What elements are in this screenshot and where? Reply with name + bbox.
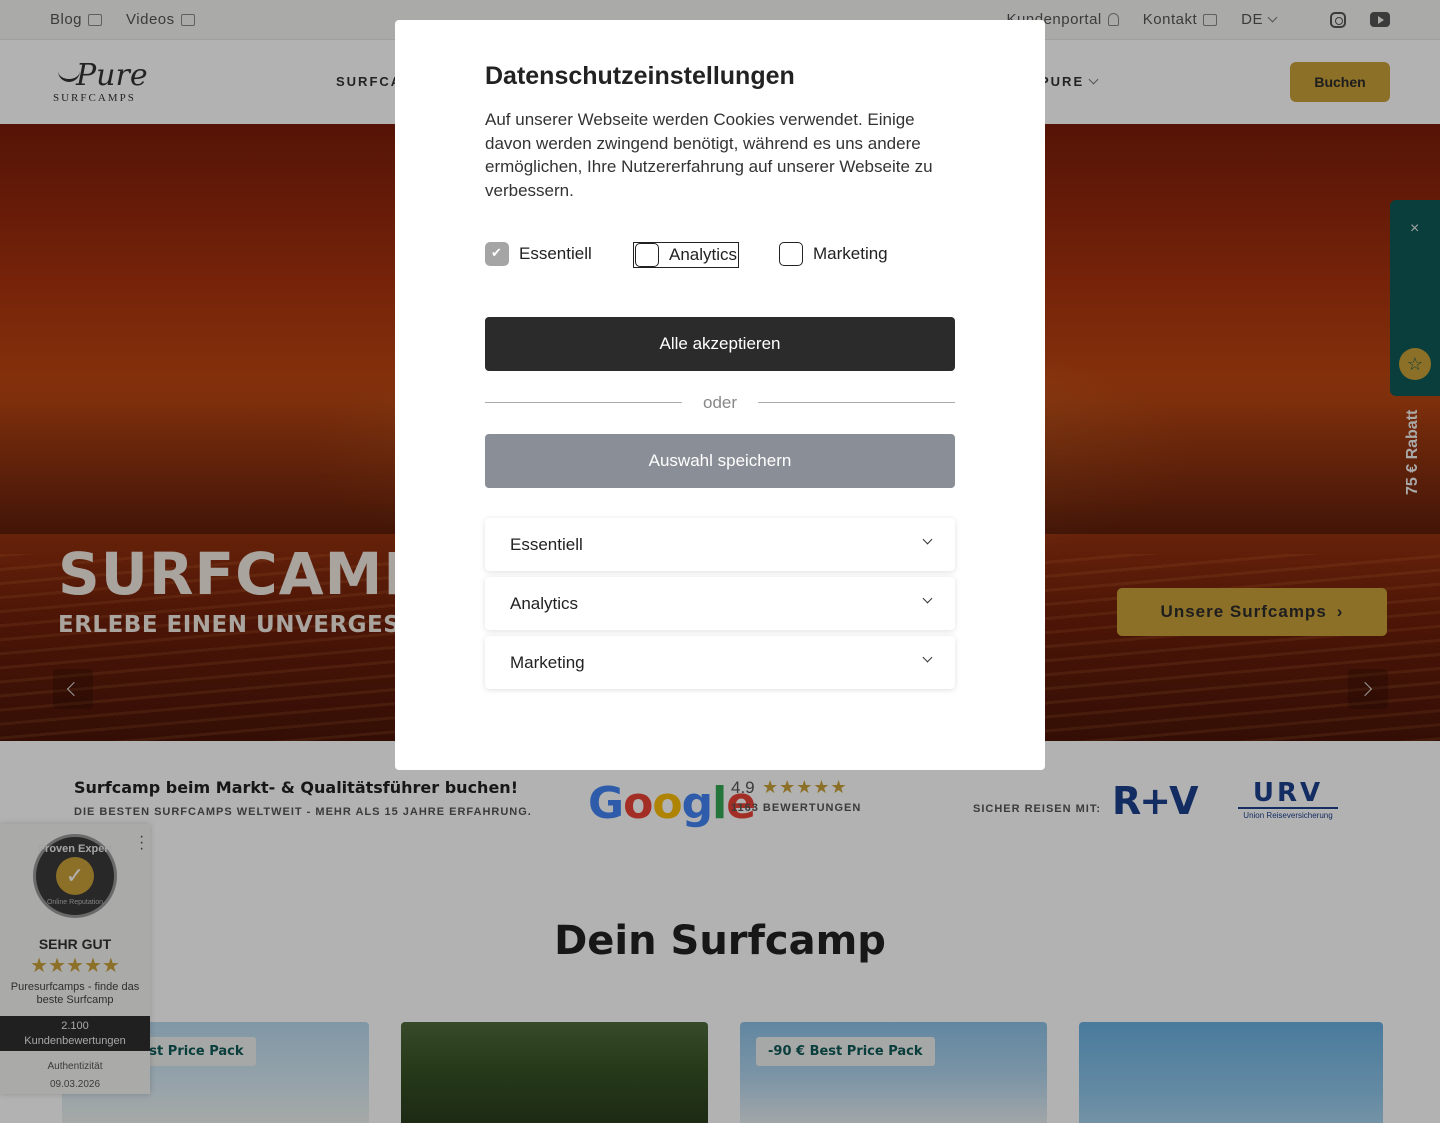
dialog-description: Auf unserer Webseite werden Cookies verw…: [485, 110, 933, 201]
accept-all-button[interactable]: Alle akzeptieren: [485, 317, 955, 371]
accordion-marketing-label: Marketing: [510, 653, 585, 672]
checkbox-essentiell-box[interactable]: [485, 242, 509, 266]
checkbox-analytics-box[interactable]: [635, 243, 659, 267]
divider: [485, 402, 682, 403]
accordion-essentiell[interactable]: Essentiell: [485, 518, 955, 571]
accordion-essentiell-label: Essentiell: [510, 535, 583, 554]
divider: [758, 402, 955, 403]
accordion-marketing[interactable]: Marketing: [485, 636, 955, 689]
chevron-down-icon: [922, 593, 933, 604]
accordion-analytics[interactable]: Analytics: [485, 577, 955, 630]
checkbox-essentiell[interactable]: Essentiell: [485, 242, 592, 266]
checkbox-marketing-box[interactable]: [779, 242, 803, 266]
chevron-down-icon: [922, 534, 933, 545]
checkbox-analytics-label: Analytics: [669, 245, 738, 264]
chevron-down-icon: [922, 652, 933, 663]
checkbox-marketing[interactable]: Marketing: [779, 242, 888, 266]
dialog-title: Datenschutzeinstellungen: [485, 62, 795, 90]
privacy-settings-dialog: Datenschutzeinstellungen Auf unserer Web…: [395, 20, 1045, 770]
save-selection-button[interactable]: Auswahl speichern: [485, 434, 955, 488]
or-separator: oder: [702, 393, 738, 412]
checkbox-essentiell-label: Essentiell: [519, 244, 592, 263]
checkbox-marketing-label: Marketing: [813, 244, 888, 263]
accordion-analytics-label: Analytics: [510, 594, 579, 613]
consent-checkboxes: Essentiell Analytics Marketing: [485, 242, 955, 268]
checkbox-analytics[interactable]: Analytics: [633, 242, 740, 268]
